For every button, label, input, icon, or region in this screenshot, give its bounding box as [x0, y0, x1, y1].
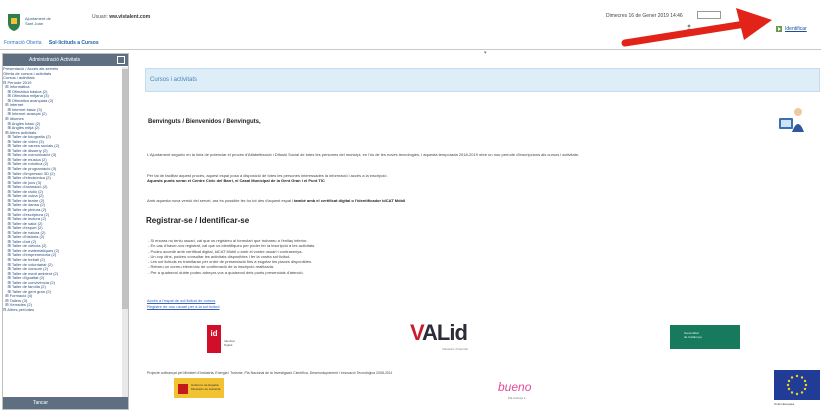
generalitat-logo[interactable]: Generalitat de Catalunya: [670, 325, 740, 349]
user-label: Usuari:: [92, 14, 108, 20]
spain-government-logo[interactable]: Gobierno de España Ministerio de Industr…: [174, 378, 224, 398]
avanza-logo-subtitle: Pla Avança 2: [508, 396, 526, 400]
intro-paragraph: L'Ajuntament segueix en la línia de pote…: [147, 152, 579, 157]
avanza-logo[interactable]: bueno: [498, 380, 531, 394]
sidebar-header: Administració Activitats: [3, 54, 128, 66]
header-divider: [0, 49, 821, 50]
logo-text-line: Sant Joan: [25, 21, 44, 26]
register-heading: Registrar-se / Identificar-se: [146, 216, 250, 225]
tree-item[interactable]: ⊟ Altres períodes: [3, 307, 121, 313]
info-paragraph-bold: Aquests punts seran el Centre Cívic del …: [147, 178, 325, 183]
section-banner: Cursos i activitats: [145, 68, 820, 92]
identify-link[interactable]: Identificar: [785, 26, 807, 32]
scrollbar-thumb[interactable]: [122, 69, 128, 309]
list-item: - En cas d'haver-vos registrat, cal que …: [148, 243, 316, 249]
sidebar-title: Administració Activitats: [29, 57, 81, 63]
shield-icon: [8, 14, 20, 31]
current-date: Dimecres 16 de Gener 2019 14:46: [606, 13, 683, 19]
language-select[interactable]: [697, 11, 721, 19]
sidebar-footer[interactable]: Tancar: [3, 397, 128, 409]
section-title: Cursos i activitats: [150, 77, 198, 83]
user-value: ww.vistalent.com: [109, 14, 151, 20]
app-header: Ajuntament de Sant Joan Usuari: ww.vista…: [0, 0, 821, 46]
id-logo-text: Identitat Digital: [224, 339, 235, 347]
top-tabs: Formació Oberta Sol·licituds a Cursos: [4, 40, 105, 48]
sidebar: Administració Activitats Presentació / A…: [2, 53, 129, 410]
tab-open-training[interactable]: Formació Oberta: [4, 40, 42, 46]
valid-logo-v: V: [410, 320, 423, 345]
eu-flag-icon[interactable]: [774, 370, 820, 400]
valid-logo-subtitle: Validador d'identitat: [442, 347, 469, 351]
access-paragraph: Amb aquesta nova versió del servei, ara …: [147, 198, 817, 203]
tab-course-requests[interactable]: Sol·licituds a Cursos: [49, 40, 99, 46]
person-computer-icon: [779, 108, 804, 132]
funding-text: Projecte cofinançat pel Ministeri d'Indú…: [147, 371, 393, 375]
valid-logo[interactable]: VALid: [410, 320, 468, 346]
collapse-arrow-icon[interactable]: ▾: [484, 50, 487, 56]
register-user-link[interactable]: Registre de nou usuari per a la sol·lici…: [147, 304, 219, 309]
request-access-link[interactable]: Accés a l'espai de sol·licitud de cursos: [147, 298, 215, 303]
spain-crest-icon: [178, 384, 188, 394]
municipal-logo[interactable]: Ajuntament de Sant Joan: [6, 10, 66, 36]
welcome-heading: Benvinguts / Bienvenidos / Benvinguts,: [148, 119, 261, 125]
list-item: - Per a qualsevol dubte podeu adreçar-vo…: [148, 269, 304, 275]
user-info: Usuari: ww.vistalent.com: [92, 14, 150, 20]
info-paragraph: Per tal de facilitar aquest procés, aque…: [147, 173, 817, 183]
sidebar-scrollbar[interactable]: [122, 67, 128, 398]
course-tree: Presentació / Accés als serveis Oferta de…: [3, 67, 121, 398]
sidebar-toggle-button[interactable]: [117, 56, 125, 64]
spain-logo-line: Ministerio de Industria: [191, 386, 221, 391]
eu-logo-text: Unión Europea: [774, 402, 795, 406]
id-logo[interactable]: id: [207, 325, 221, 353]
valid-logo-rest: ALid: [422, 320, 468, 345]
instructions-list: - Si encara no teniu usuari, cal que us …: [148, 238, 315, 275]
id-logo-text-line: Digital: [224, 342, 233, 347]
access-paragraph-bold: també amb el certificat digital o l'iden…: [294, 198, 406, 203]
generalitat-logo-line: de Catalunya: [684, 335, 702, 339]
user-icon[interactable]: [686, 24, 692, 30]
access-paragraph-text: Amb aquesta nova versió del servei, ara …: [147, 198, 295, 203]
login-icon[interactable]: [775, 25, 783, 33]
